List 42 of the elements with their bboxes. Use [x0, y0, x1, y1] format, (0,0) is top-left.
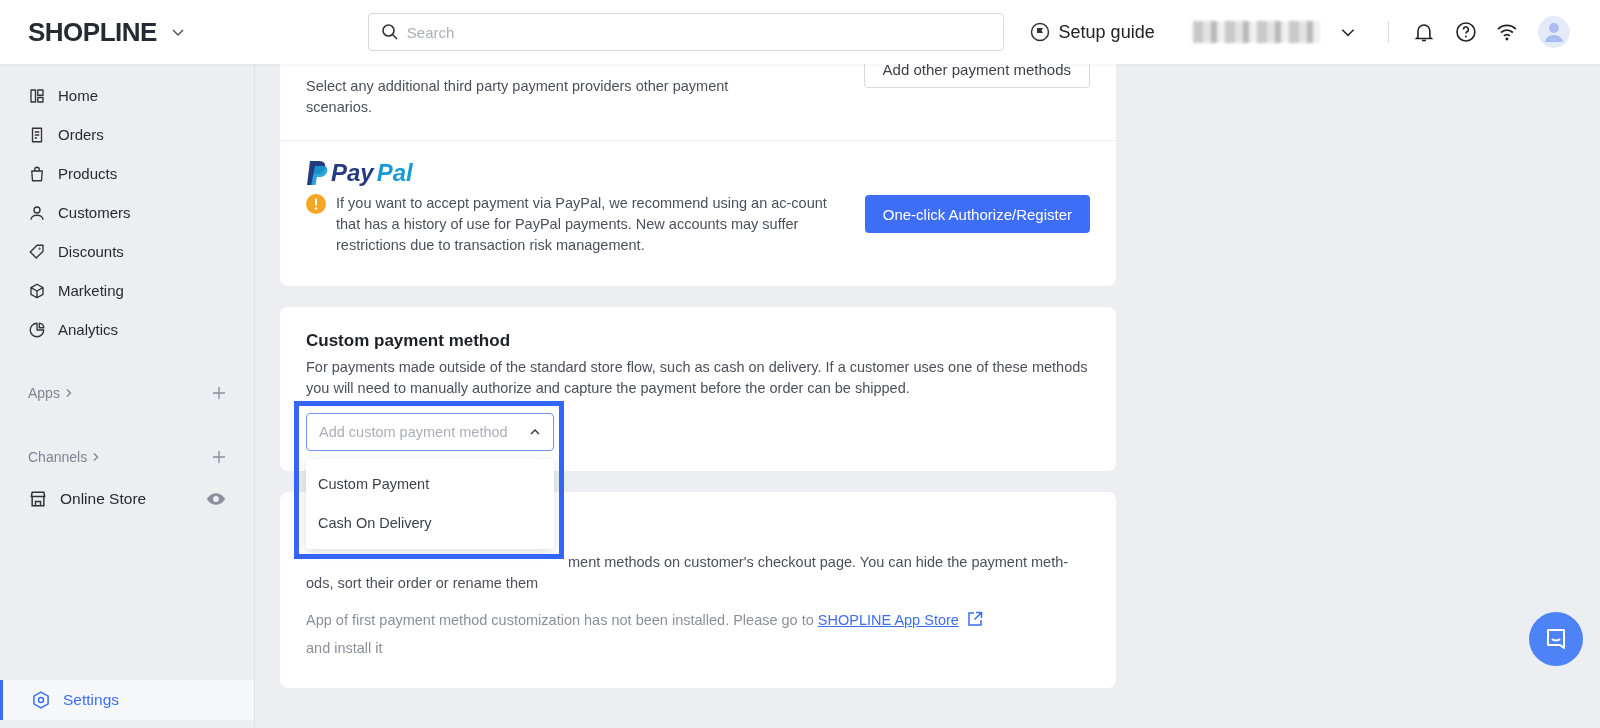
section-description: Select any additional third party payment providers other payment scenarios. — [306, 77, 730, 117]
person-icon — [28, 203, 46, 222]
section-description: ods, sort their order or rename them — [306, 574, 540, 593]
help-icon[interactable] — [1454, 21, 1477, 43]
section-description: For payments made outside of the standard store flow, such as cash on delivery. If a customer uses one of these methods you will need to manually authorize and capture the payment before the order can be shipped. — [306, 358, 1089, 398]
add-payment-methods-button[interactable]: Add other payment methods — [863, 64, 1090, 88]
dropdown-option[interactable]: Custom Payment — [306, 465, 554, 504]
search-field[interactable]: Search — [367, 13, 1004, 51]
nav-item[interactable]: Customers — [0, 193, 254, 232]
app-store-link[interactable]: SHOPLINE App Store — [817, 612, 959, 628]
nav-item[interactable]: Discounts — [0, 232, 254, 271]
dropdown-option[interactable]: Cash On Delivery — [306, 504, 554, 543]
nav-item[interactable]: Products — [0, 154, 254, 193]
settings-nav-item[interactable]: Settings — [0, 680, 254, 720]
install-note: App of first payment method customization has not been installed. Please go to SHOPLINE App Store and install it — [306, 606, 1090, 662]
nav-item[interactable]: Marketing — [0, 271, 254, 310]
section-description: ment methods on customer's checkout page. You can hide the payment meth- — [567, 553, 1070, 572]
warning-icon — [306, 194, 326, 214]
pie-chart-icon — [28, 320, 46, 339]
settings-icon — [31, 690, 51, 710]
chat-button[interactable] — [1529, 612, 1583, 666]
section-title: Custom payment method — [306, 331, 512, 351]
cube-icon — [28, 281, 46, 300]
nav-item[interactable]: Analytics — [0, 310, 254, 349]
chat-icon — [1544, 627, 1568, 651]
nav-item[interactable]: Home — [0, 76, 254, 115]
flag-icon — [1029, 22, 1050, 42]
search-input[interactable]: Search — [404, 22, 991, 42]
search-icon — [380, 23, 399, 41]
paypal-mark-icon — [306, 160, 328, 186]
warning-message: If you want to accept payment via PayPal, we recommend using an ac-count that has a history of use for PayPal payments. New accounts may suffer restrictions due to transaction risk management. — [336, 194, 828, 255]
authorize-button[interactable]: One-click Authorize/Register — [864, 195, 1090, 233]
bag-icon — [28, 164, 46, 183]
bell-icon[interactable] — [1412, 21, 1435, 43]
logo[interactable]: SHOPLINE — [28, 16, 157, 48]
layout-icon — [28, 86, 46, 105]
nav-item[interactable]: Orders — [0, 115, 254, 154]
setup-guide-button[interactable]: Setup guide — [1029, 21, 1155, 43]
tag-icon — [28, 242, 46, 261]
paypal-logo: PayPal — [306, 159, 1090, 187]
nav-item[interactable]: Online Store — [0, 479, 254, 518]
external-link-icon[interactable] — [966, 611, 983, 627]
